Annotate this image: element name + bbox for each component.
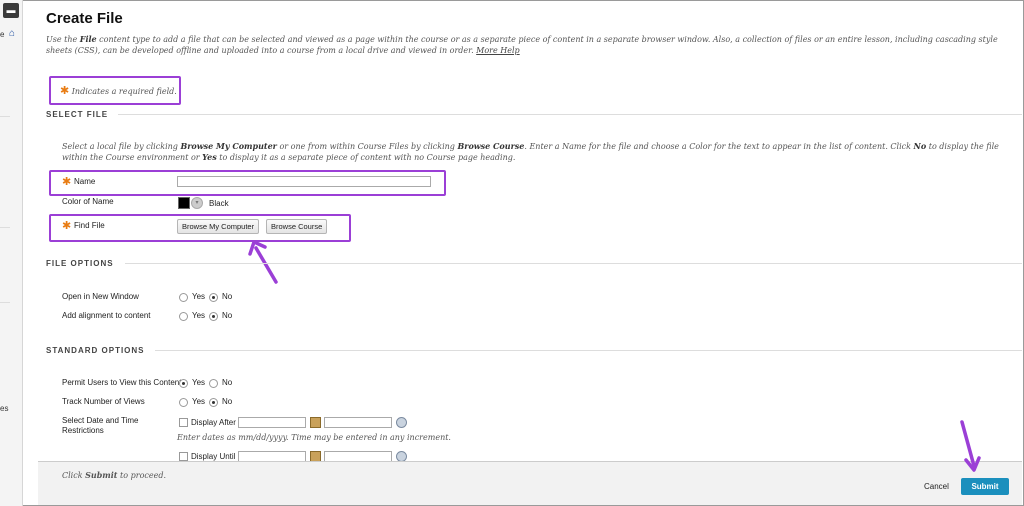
display-after-label: Display After <box>191 418 236 427</box>
permit-users-yes-radio[interactable] <box>179 379 188 388</box>
menu-cut-text: e <box>0 30 5 39</box>
intro-part: Use the <box>46 35 80 44</box>
proceed-part: Click <box>62 471 86 480</box>
display-until-label: Display Until <box>191 452 236 461</box>
name-input[interactable] <box>177 176 431 187</box>
folder-icon[interactable]: ▬ <box>3 3 19 18</box>
submit-footer: Click Submit to proceed. <box>38 461 1022 505</box>
color-label: Color of Name <box>62 197 114 206</box>
alignment-label: Add alignment to content <box>62 311 151 320</box>
radio-no-label: No <box>222 292 233 301</box>
menu-divider <box>0 302 10 303</box>
intro-text: Use the File content type to add a file … <box>46 34 1012 56</box>
radio-no-label: No <box>222 311 233 320</box>
open-new-window-label: Open in New Window <box>62 292 139 301</box>
browse-my-computer-button[interactable]: Browse My Computer <box>177 219 260 234</box>
section-heading-file-options: FILE OPTIONS <box>46 259 114 268</box>
more-help-link[interactable]: More Help <box>476 46 520 55</box>
desc-emphasis: Yes <box>202 152 217 162</box>
arrow-annotation-icon <box>960 420 981 472</box>
alignment-yes-radio[interactable] <box>179 312 188 321</box>
track-views-no-radio[interactable] <box>209 398 218 407</box>
desc-emphasis: Browse Course <box>457 141 525 151</box>
clock-icon[interactable] <box>396 417 407 428</box>
intro-part: content type to add a file that can be s… <box>46 35 998 55</box>
required-note: ✱ Indicates a required field. <box>60 84 177 97</box>
menu-cut-text: es <box>0 404 9 413</box>
color-value: Black <box>209 199 229 208</box>
calendar-icon[interactable] <box>310 417 321 428</box>
section-rule <box>125 263 1022 264</box>
proceed-emphasis: Submit <box>85 470 118 480</box>
display-after-checkbox[interactable] <box>179 418 188 427</box>
required-star-icon: ✱ <box>62 176 72 188</box>
date-format-hint: Enter dates as mm/dd/yyyy. Time may be e… <box>177 433 451 442</box>
date-restrictions-label: Select Date and Time Restrictions <box>62 416 139 435</box>
desc-part: . Enter a Name for the file and choose a… <box>524 142 914 151</box>
radio-yes-label: Yes <box>192 378 206 387</box>
home-icon[interactable]: ⌂ <box>9 28 15 39</box>
display-until-checkbox[interactable] <box>179 452 188 461</box>
browse-course-button[interactable]: Browse Course <box>266 219 328 234</box>
open-new-window-no-radio[interactable] <box>209 293 218 302</box>
color-swatch[interactable] <box>178 197 190 209</box>
desc-part: to display it as a separate piece of con… <box>216 153 516 162</box>
section-rule <box>155 350 1022 351</box>
proceed-text: Click Submit to proceed. <box>62 470 166 480</box>
track-views-yes-radio[interactable] <box>179 398 188 407</box>
proceed-part: to proceed. <box>117 471 166 480</box>
radio-no-label: No <box>222 397 233 406</box>
desc-part: Select a local file by clicking <box>62 142 181 151</box>
desc-emphasis: No <box>913 141 927 151</box>
open-new-window-yes-radio[interactable] <box>179 293 188 302</box>
color-picker-icon[interactable]: ▾ <box>191 197 203 209</box>
arrow-annotation-icon <box>248 240 278 284</box>
submit-button[interactable]: Submit <box>961 478 1009 495</box>
desc-emphasis: Browse My Computer <box>180 141 277 151</box>
permit-users-no-radio[interactable] <box>209 379 218 388</box>
permit-users-label: Permit Users to View this Content <box>62 378 182 387</box>
name-label: Name <box>74 177 96 186</box>
menu-divider <box>0 227 10 228</box>
section-rule <box>118 114 1022 115</box>
intro-emphasis: File <box>79 34 97 44</box>
course-menu-collapsed: ▬ e ⌂ es <box>0 0 23 506</box>
section-heading-standard-options: STANDARD OPTIONS <box>46 346 145 355</box>
track-views-label: Track Number of Views <box>62 397 145 406</box>
required-note-text: Indicates a required field. <box>71 87 177 96</box>
cancel-button[interactable]: Cancel <box>924 482 949 491</box>
find-file-label: Find File <box>74 221 105 230</box>
display-after-time-input[interactable] <box>324 417 392 428</box>
alignment-no-radio[interactable] <box>209 312 218 321</box>
radio-yes-label: Yes <box>192 311 206 320</box>
menu-divider <box>0 116 10 117</box>
radio-yes-label: Yes <box>192 397 206 406</box>
required-star-icon: ✱ <box>60 84 70 97</box>
display-after-date-input[interactable] <box>238 417 306 428</box>
section-heading-select-file: SELECT FILE <box>46 110 109 119</box>
required-star-icon: ✱ <box>62 220 72 232</box>
desc-part: or one from within Course Files by click… <box>276 142 458 151</box>
radio-yes-label: Yes <box>192 292 206 301</box>
radio-no-label: No <box>222 378 233 387</box>
page-title: Create File <box>46 10 123 27</box>
select-file-description: Select a local file by clicking Browse M… <box>62 141 1002 163</box>
